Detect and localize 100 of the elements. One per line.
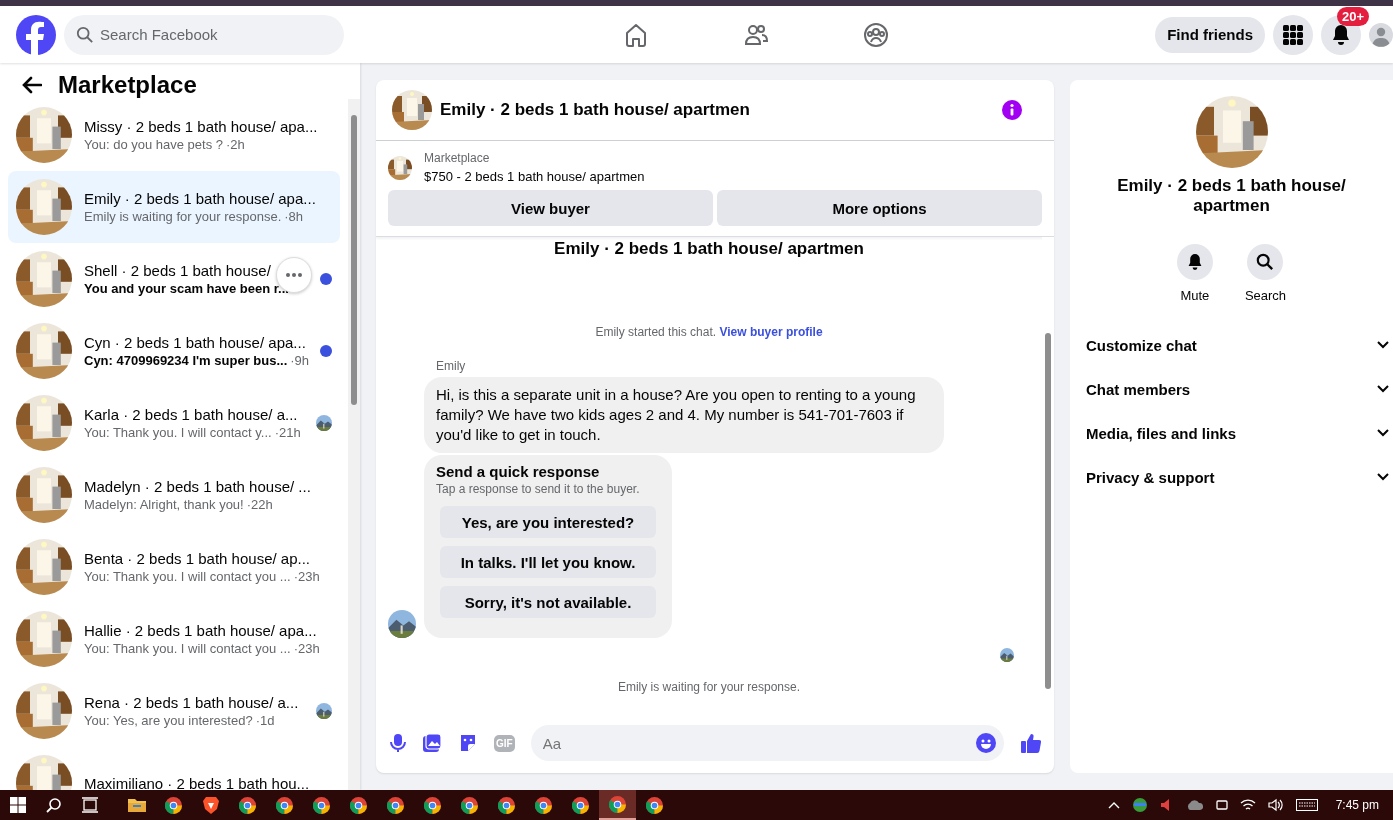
volume-icon[interactable]: [1267, 798, 1284, 812]
conversation-item[interactable]: Rena · 2 beds 1 bath house/ a... You: Yes, are you interested? ·1d: [8, 675, 340, 747]
message-preview: You: Yes, are you interested?: [84, 713, 253, 728]
message-time: ·21h: [274, 425, 301, 440]
globe-icon[interactable]: [1131, 797, 1148, 813]
conversation-item[interactable]: Madelyn · 2 beds 1 bath house/ ... Madelyn: Alright, thank you! ·22h: [8, 459, 340, 531]
facebook-logo[interactable]: [16, 14, 56, 55]
message-time: ·9h: [290, 353, 310, 368]
quick-response-title: Send a quick response: [436, 463, 601, 480]
folder-icon: [127, 797, 146, 813]
conversation-title: Shell · 2 beds 1 bath house/: [84, 262, 272, 279]
caret-up-icon[interactable]: [1107, 801, 1120, 809]
quick-response-hint: Tap a response to send it to the buyer.: [436, 482, 641, 496]
chrome-icon: [165, 796, 182, 814]
conversation-item[interactable]: Hallie · 2 beds 1 bath house/ apa... You: Thank you. I will contact you ... ·23h: [8, 603, 340, 675]
task-view-icon[interactable]: [82, 797, 98, 813]
details-section[interactable]: Customize chat: [1070, 323, 1393, 367]
chrome-icon: [498, 796, 515, 814]
message-time: ·23h: [293, 641, 320, 656]
unread-dot: [320, 345, 332, 357]
message-field[interactable]: Aa: [530, 725, 1004, 761]
find-friends-button[interactable]: Find friends: [1155, 16, 1265, 53]
conversation-title: Hallie · 2 beds 1 bath house/ apa...: [84, 622, 318, 639]
more-options-button[interactable]: [276, 257, 312, 293]
menu-icon: [1283, 24, 1303, 45]
details-section[interactable]: Privacy & support: [1070, 455, 1393, 499]
message-preview: Madelyn: Alright, thank you!: [84, 497, 244, 512]
view-buyer-button[interactable]: View buyer: [388, 190, 713, 226]
conversation-item[interactable]: Karla · 2 beds 1 bath house/ a... You: Thank you. I will contact y... ·21h: [8, 387, 340, 459]
chat-details-title: Emily · 2 beds 1 bath house/ apartmen: [1116, 176, 1347, 216]
chrome-icon: [424, 796, 441, 814]
scrollbar[interactable]: [348, 99, 360, 790]
more-options-button[interactable]: More options: [717, 190, 1042, 226]
chrome-icon: [609, 795, 626, 813]
keyboard-icon[interactable]: [1295, 799, 1318, 811]
conversation-item[interactable]: Missy · 2 beds 1 bath house/ apa... You: do you have pets ? ·2h: [8, 99, 340, 171]
search-icon: [1256, 253, 1275, 271]
message-bubble: Hi, is this a separate unit in a house? Are you open to renting to a young family? We have two kids ages 2 and 4. My number is 541-701-7603 if you'd like to get in touch.: [424, 377, 944, 453]
unread-dot: [320, 273, 332, 285]
cloud-icon[interactable]: [1185, 799, 1204, 811]
chrome-icon: [572, 796, 589, 814]
message-time: ·23h: [293, 569, 320, 584]
quick-reply-button[interactable]: Sorry, it's not available.: [440, 586, 656, 618]
start-icon[interactable]: [10, 797, 26, 813]
action-label: Search: [1244, 288, 1287, 303]
message-time: ·22h: [246, 497, 273, 512]
menu-button[interactable]: [1273, 14, 1313, 55]
chrome-app-button[interactable]: [599, 790, 636, 820]
conversation-item[interactable]: Benta · 2 beds 1 bath house/ ap... You: Thank you. I will contact you ... ·23h: [8, 531, 340, 603]
chrome-icon: [276, 796, 293, 814]
conversation-item[interactable]: Emily · 2 beds 1 bath house/ apa... Emily is waiting for your response. ·8h: [8, 171, 340, 243]
conversation-title: Benta · 2 beds 1 bath house/ ap...: [84, 550, 311, 567]
chat-title: Emily · 2 beds 1 bath house/ apartmen: [440, 100, 751, 120]
mute-button[interactable]: [1176, 244, 1213, 280]
message-preview: Emily is waiting for your response.: [84, 209, 282, 224]
chrome-icon: [350, 796, 367, 814]
thumbs-up-icon[interactable]: [1020, 732, 1042, 754]
chrome-icon: [646, 796, 663, 814]
details-section[interactable]: Media, files and links: [1070, 411, 1393, 455]
message-preview: You and your scam have been r...: [84, 281, 289, 296]
search-icon[interactable]: [46, 797, 62, 813]
details-section[interactable]: Chat members: [1070, 367, 1393, 411]
message-preview: You: do you have pets ?: [84, 137, 224, 152]
wifi-icon[interactable]: [1239, 798, 1256, 812]
clock-time: 7:45 pm: [1335, 798, 1379, 812]
bell-icon: [1186, 253, 1203, 271]
lion-head-icon: [202, 796, 219, 814]
device-icon[interactable]: [1215, 798, 1228, 812]
ellipsis-icon: [286, 273, 302, 277]
conversation-title: Missy · 2 beds 1 bath house/ apa...: [84, 118, 319, 135]
quick-reply-button[interactable]: In talks. I'll let you know.: [440, 546, 656, 578]
search-icon: [76, 25, 94, 44]
scrollbar[interactable]: [1042, 237, 1054, 717]
back-arrow-icon[interactable]: [22, 76, 42, 94]
message-preview: Cyn: 4709969234 I'm super bus...: [84, 353, 288, 368]
chrome-icon: [313, 796, 330, 814]
image-icon[interactable]: [422, 733, 442, 753]
action-label: Mute: [1180, 288, 1210, 303]
search-field[interactable]: Search Facebook: [64, 14, 344, 55]
conversation-title: Karla · 2 beds 1 bath house/ a...: [84, 406, 299, 423]
waiting-status: Emily is waiting for your response.: [617, 680, 801, 694]
message-time: ·1d: [255, 713, 275, 728]
view-buyer-profile-link[interactable]: View buyer profile: [719, 325, 823, 339]
sticker-icon[interactable]: [458, 733, 478, 753]
message-preview: You: Thank you. I will contact you ...: [84, 569, 291, 584]
emoji-icon[interactable]: [976, 733, 996, 753]
listing-source: Marketplace: [424, 151, 491, 165]
bell-icon: [1331, 23, 1351, 46]
chrome-icon: [387, 796, 404, 814]
microphone-icon[interactable]: [390, 733, 406, 753]
message-time: ·8h: [284, 209, 304, 224]
conversation-item[interactable]: Shell · 2 beds 1 bath house/ You and your scam have been r...: [8, 243, 340, 315]
groups-icon: [863, 21, 889, 48]
quick-reply-button[interactable]: Yes, are you interested?: [440, 506, 656, 538]
sidebar-title: Marketplace: [58, 71, 197, 99]
notification-badge: 20+: [1336, 6, 1369, 26]
info-icon[interactable]: [1002, 100, 1022, 120]
search-button[interactable]: [1247, 244, 1284, 280]
conversation-item[interactable]: Cyn · 2 beds 1 bath house/ apa... Cyn: 4709969234 I'm super bus... ·9h: [8, 315, 340, 387]
sender-name: Emily: [435, 359, 466, 373]
